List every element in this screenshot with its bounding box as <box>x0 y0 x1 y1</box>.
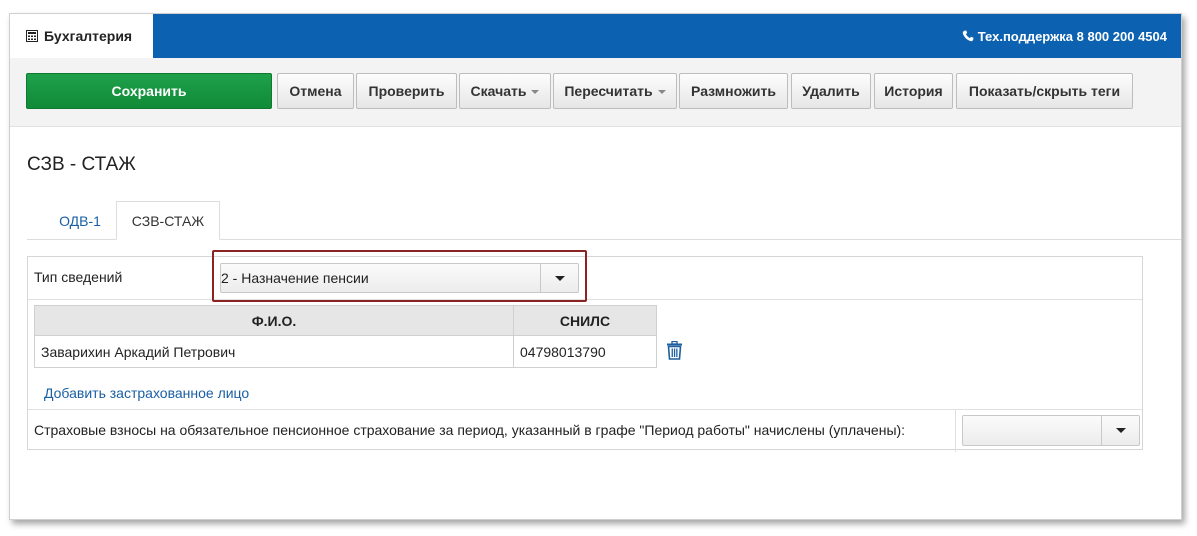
szv-form: Тип сведений 2 - Назначение пенсии Ф.И.О… <box>27 250 1143 452</box>
chevron-down-icon <box>657 90 666 94</box>
column-header-snils: СНИЛС <box>513 305 657 336</box>
insurance-select[interactable] <box>962 415 1140 446</box>
chevron-down-icon <box>1115 428 1126 433</box>
cell-snils[interactable]: 04798013790 <box>513 335 657 368</box>
info-type-label: Тип сведений <box>34 269 123 285</box>
multiply-button[interactable]: Размножить <box>679 73 788 109</box>
top-bar: Бухгалтерия Тех.поддержка 8 800 200 4504 <box>10 14 1181 58</box>
tab-odv-1[interactable]: ОДВ-1 <box>40 201 120 240</box>
page-title: СЗВ - СТАЖ <box>27 154 136 175</box>
app-tab-accounting[interactable]: Бухгалтерия <box>10 14 153 58</box>
cell-fio[interactable]: Заварихин Аркадий Петрович <box>34 335 514 368</box>
info-type-row: Тип сведений 2 - Назначение пенсии <box>28 250 1142 302</box>
column-header-fio: Ф.И.О. <box>34 305 514 336</box>
calculator-icon <box>26 30 38 42</box>
toolbar: Сохранить Отмена Проверить Скачать Перес… <box>10 58 1181 127</box>
chevron-down-icon <box>531 90 540 94</box>
insured-persons-table: Ф.И.О. СНИЛС Заварихин Аркадий Петрович … <box>34 305 657 368</box>
toggle-tags-button[interactable]: Показать/скрыть теги <box>956 73 1133 109</box>
support-info: Тех.поддержка 8 800 200 4504 <box>962 14 1167 58</box>
recalculate-button[interactable]: Пересчитать <box>553 73 677 109</box>
download-button[interactable]: Скачать <box>459 73 551 109</box>
cancel-button[interactable]: Отмена <box>277 73 354 109</box>
insurance-row: Страховые взносы на обязательное пенсион… <box>28 409 1142 452</box>
recalculate-label: Пересчитать <box>564 83 653 99</box>
history-button[interactable]: История <box>874 73 953 109</box>
table-row: Заварихин Аркадий Петрович 04798013790 <box>34 335 657 368</box>
trash-icon[interactable] <box>666 341 683 360</box>
app-name: Бухгалтерия <box>44 28 133 44</box>
support-phone: Тех.поддержка 8 800 200 4504 <box>977 28 1167 44</box>
row-divider <box>955 410 956 452</box>
delete-button[interactable]: Удалить <box>791 73 871 109</box>
insurance-label: Страховые взносы на обязательное пенсион… <box>34 422 906 438</box>
add-insured-person-link[interactable]: Добавить застрахованное лицо <box>44 385 249 401</box>
save-button[interactable]: Сохранить <box>26 73 272 109</box>
insurance-dropdown-button[interactable] <box>1101 416 1139 445</box>
check-button[interactable]: Проверить <box>356 73 457 109</box>
app-window: Бухгалтерия Тех.поддержка 8 800 200 4504… <box>9 13 1182 520</box>
tab-szv-stazh[interactable]: СЗВ-СТАЖ <box>116 201 220 240</box>
download-label: Скачать <box>470 83 527 99</box>
highlight-frame <box>212 250 587 302</box>
phone-icon <box>962 30 974 42</box>
